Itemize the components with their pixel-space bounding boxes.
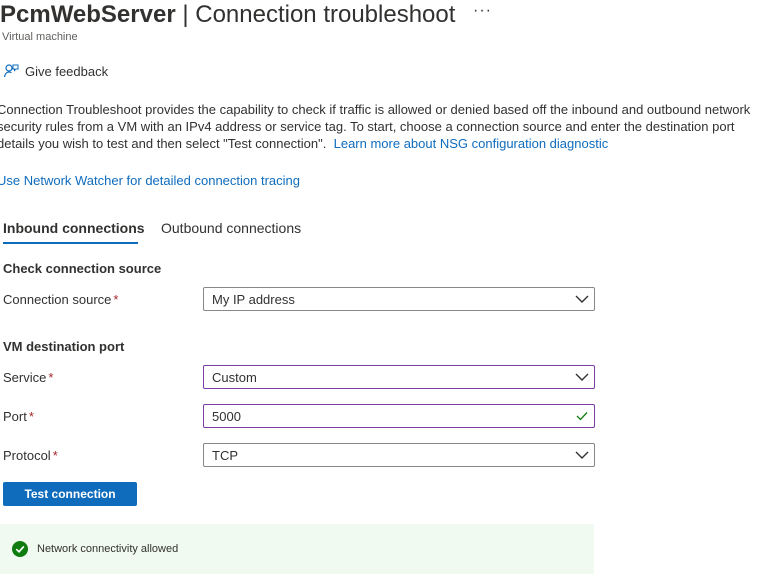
selected-tab-indicator (3, 242, 138, 244)
network-watcher-link[interactable]: Use Network Watcher for detailed connect… (0, 173, 300, 188)
more-options-button[interactable]: ··· (473, 2, 492, 20)
success-check-icon (12, 541, 28, 557)
port-label: Port * (3, 409, 34, 424)
required-mark: * (28, 409, 34, 424)
protocol-label: Protocol * (3, 448, 58, 463)
connection-source-dropdown[interactable]: My IP address (203, 287, 595, 311)
chevron-down-icon (570, 444, 594, 466)
protocol-value: TCP (212, 447, 238, 463)
service-label: Service * (3, 370, 53, 385)
result-text: Network connectivity allowed (37, 543, 179, 555)
source-section-heading: Check connection source (3, 261, 162, 276)
connection-source-label: Connection source * (3, 292, 118, 307)
connection-source-value: My IP address (212, 291, 295, 307)
tab-inbound-connections[interactable]: Inbound connections (3, 220, 145, 236)
feedback-icon (3, 63, 19, 79)
checkmark-icon (570, 405, 594, 427)
required-mark: * (48, 370, 54, 385)
service-dropdown[interactable]: Custom (203, 365, 595, 389)
page-title-text: Connection troubleshoot (195, 1, 456, 28)
port-label-text: Port (3, 409, 27, 424)
required-mark: * (113, 292, 119, 307)
destination-section-heading: VM destination port (3, 339, 125, 354)
service-label-text: Service (3, 370, 47, 385)
port-input[interactable] (204, 406, 570, 426)
tab-outbound-connections[interactable]: Outbound connections (161, 220, 301, 236)
page-title: PcmWebServer | Connection troubleshoot (0, 0, 455, 30)
connection-source-label-text: Connection source (3, 292, 112, 307)
resource-name: PcmWebServer (0, 1, 176, 28)
chevron-down-icon (570, 366, 594, 388)
required-mark: * (52, 448, 58, 463)
protocol-label-text: Protocol (3, 448, 51, 463)
port-field[interactable] (203, 404, 595, 428)
title-separator: | (175, 1, 196, 28)
give-feedback-label: Give feedback (25, 63, 109, 79)
service-value: Custom (212, 369, 257, 385)
chevron-down-icon (570, 288, 594, 310)
protocol-dropdown[interactable]: TCP (203, 443, 595, 467)
resource-type-subtitle: Virtual machine (2, 31, 78, 43)
give-feedback-button[interactable]: Give feedback (3, 63, 108, 79)
learn-more-link[interactable]: Learn more about NSG configuration diagn… (334, 136, 609, 151)
description-paragraph: Connection Troubleshoot provides the cap… (0, 101, 767, 152)
test-connection-button[interactable]: Test connection (3, 482, 137, 506)
result-message-bar: Network connectivity allowed (0, 524, 594, 574)
